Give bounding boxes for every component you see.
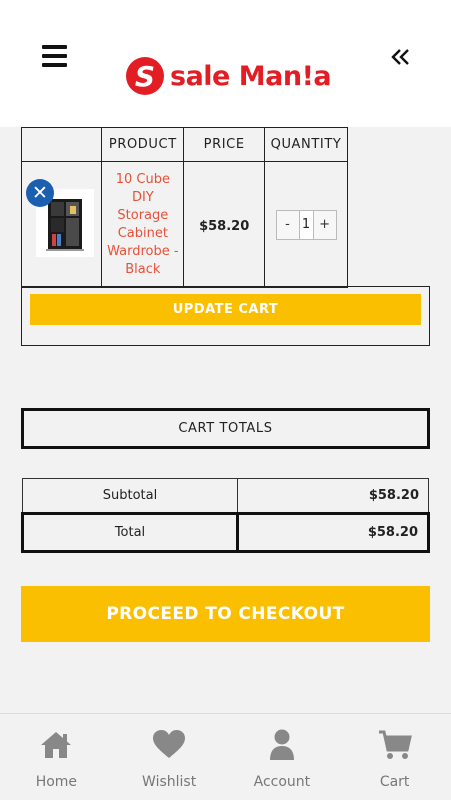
cart-item-row: ✕ 10 Cube DIY Storage Cabinet Wardrobe -… [20,161,348,288]
item-price: $58.20 [199,219,250,234]
nav-label-home: Home [35,774,78,790]
product-name-link[interactable]: 10 Cube DIY Storage Cabinet Wardrobe - B… [102,171,183,279]
heart-icon [153,730,186,758]
nav-label-cart: Cart [379,774,410,790]
proceed-to-checkout-button[interactable]: PROCEED TO CHECKOUT [21,586,430,642]
subtotal-value: $58.20 [237,478,429,514]
menu-icon[interactable] [42,45,67,67]
logo[interactable]: S sale Man!a [126,54,332,98]
nav-label-wishlist: Wishlist [142,774,197,790]
quantity-input[interactable]: 1 [298,210,314,239]
totals-table: Subtotal $58.20 Total $58.20 [21,478,430,553]
bottom-nav: Home Wishlist Account Cart [0,713,451,800]
total-value: $58.20 [236,512,430,553]
price-cell: $58.20 [183,161,266,288]
product-name-cell: 10 Cube DIY Storage Cabinet Wardrobe - B… [101,161,185,288]
logo-mark: S [126,57,164,95]
total-row: Total $58.20 [21,512,430,553]
increase-quantity-button[interactable]: + [314,211,336,239]
nav-item-home[interactable]: Home [0,714,113,800]
update-cart-row: UPDATE CART [21,286,430,346]
cart-icon [378,730,412,759]
subtotal-label: Subtotal [22,478,238,514]
nav-item-cart[interactable]: Cart [338,714,451,800]
user-icon [269,729,294,760]
double-chevron-left-icon[interactable] [390,46,412,68]
nav-label-account: Account [253,774,311,790]
nav-item-wishlist[interactable]: Wishlist [113,714,226,800]
home-icon [41,732,72,758]
update-cart-button[interactable]: UPDATE CART [30,294,421,325]
product-thumbnail-cell: ✕ [20,161,103,288]
cart-totals-heading: CART TOTALS [21,408,430,449]
subtotal-row: Subtotal $58.20 [22,478,429,514]
column-header-image [20,127,103,162]
remove-item-button[interactable]: ✕ [26,179,54,207]
column-header-quantity: QUANTITY [264,127,348,162]
cart-header-row: PRODUCT PRICE QUANTITY [20,127,348,162]
nav-item-account[interactable]: Account [226,714,339,800]
total-label: Total [21,512,239,553]
column-header-product: PRODUCT [101,127,185,162]
logo-text: sale Man!a [170,60,332,92]
quantity-stepper: - 1 + [275,209,337,240]
column-header-price: PRICE [183,127,266,162]
app-header: S sale Man!a [0,0,451,127]
cart-table: PRODUCT PRICE QUANTITY ✕ 10 Cube DIY Sto… [20,127,348,288]
quantity-cell: - 1 + [264,161,348,288]
decrease-quantity-button[interactable]: - [277,211,299,239]
